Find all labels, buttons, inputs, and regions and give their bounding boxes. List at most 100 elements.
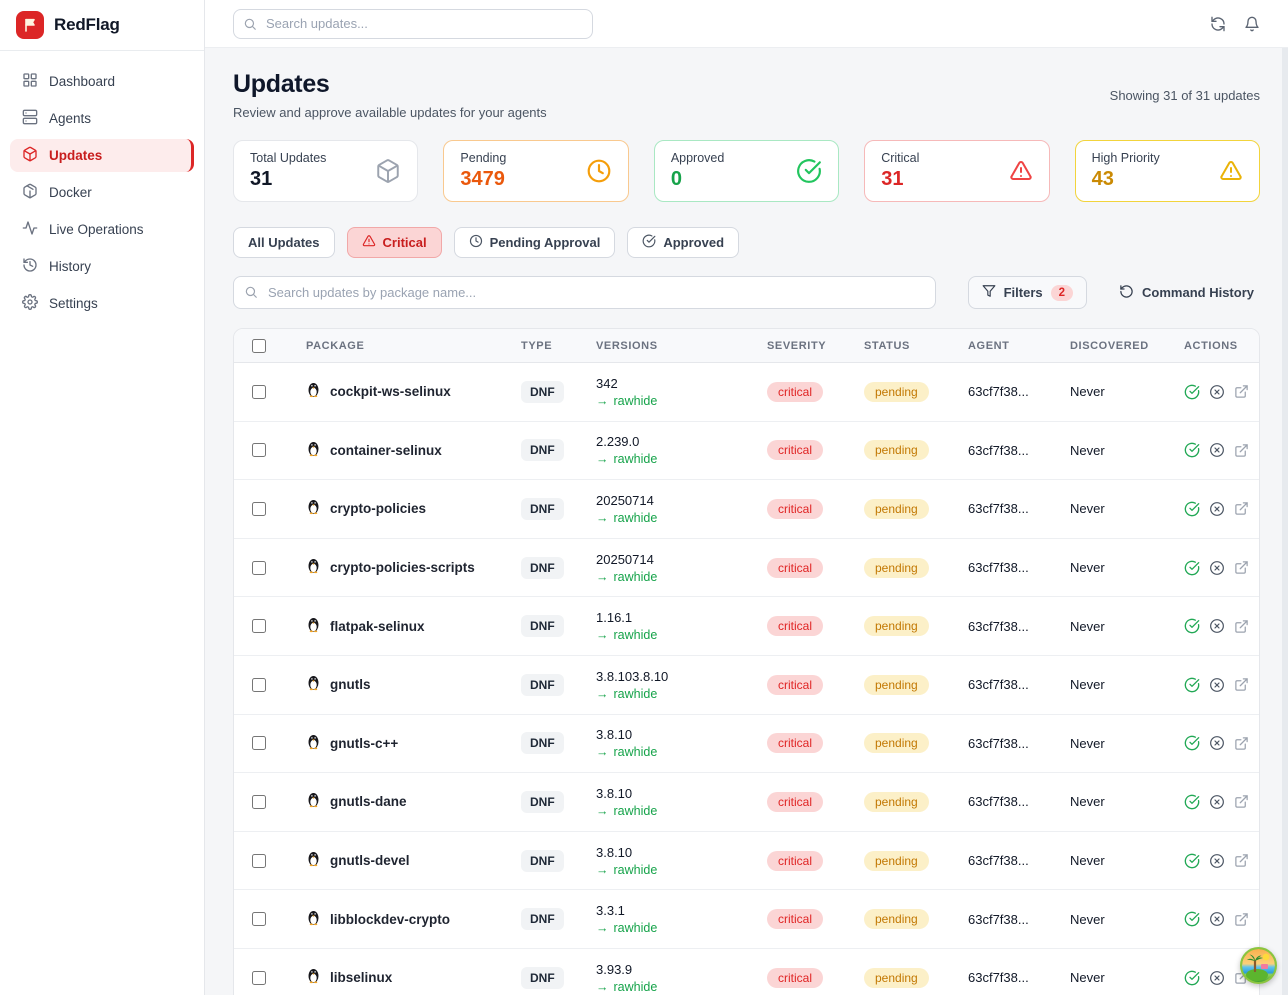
approve-icon[interactable] [1184,442,1200,458]
status-badge: pending [864,733,929,753]
stats-row: Total Updates 31 Pending 3479 Approved 0… [233,140,1260,202]
row-checkbox[interactable] [252,443,266,457]
sidebar-item-label: Live Operations [49,222,144,237]
tab-pending-approval[interactable]: Pending Approval [454,227,616,258]
sidebar-nav: Dashboard Agents Updates Docker Live Ope… [0,51,204,334]
sidebar-item-label: Docker [49,185,92,200]
sidebar-item-settings[interactable]: Settings [10,287,194,320]
external-link-icon[interactable] [1234,619,1249,634]
approve-icon[interactable] [1184,970,1200,986]
reject-icon[interactable] [1209,442,1225,458]
discovered-value: Never [1070,853,1184,868]
sidebar-item-updates[interactable]: Updates [10,139,194,172]
version-target: → rawhide [596,511,767,525]
row-checkbox[interactable] [252,736,266,750]
arrow-right-icon: → [596,687,609,701]
reject-icon[interactable] [1209,501,1225,517]
severity-badge: critical [767,382,823,402]
external-link-icon[interactable] [1234,736,1249,751]
bell-icon[interactable] [1244,16,1260,32]
version-current: 20250714 [596,493,767,508]
sidebar-item-live-operations[interactable]: Live Operations [10,213,194,246]
tab-critical[interactable]: Critical [347,227,442,258]
arrow-right-icon: → [596,452,609,466]
external-link-icon[interactable] [1234,443,1249,458]
stat-value: 3479 [460,168,506,191]
redflag-logo-icon [16,11,44,39]
row-checkbox[interactable] [252,854,266,868]
row-checkbox[interactable] [252,678,266,692]
approve-icon[interactable] [1184,618,1200,634]
row-checkbox[interactable] [252,795,266,809]
approve-icon[interactable] [1184,501,1200,517]
tab-approved[interactable]: Approved [627,227,739,258]
row-checkbox[interactable] [252,385,266,399]
external-link-icon[interactable] [1234,794,1249,809]
reject-icon[interactable] [1209,560,1225,576]
external-link-icon[interactable] [1234,912,1249,927]
external-link-icon[interactable] [1234,853,1249,868]
reject-icon[interactable] [1209,677,1225,693]
tab-label: Pending Approval [490,235,601,250]
col-agent: Agent [968,340,1070,352]
severity-badge: critical [767,792,823,812]
island-floating-button[interactable] [1240,947,1277,984]
row-checkbox[interactable] [252,912,266,926]
tab-all-updates[interactable]: All Updates [233,227,335,258]
status-badge: pending [864,968,929,988]
version-target: → rawhide [596,921,767,935]
sidebar-item-agents[interactable]: Agents [10,102,194,135]
external-link-icon[interactable] [1234,501,1249,516]
reject-icon[interactable] [1209,853,1225,869]
row-checkbox[interactable] [252,971,266,985]
type-badge: DNF [521,381,564,403]
reject-icon[interactable] [1209,618,1225,634]
approve-icon[interactable] [1184,384,1200,400]
sidebar-item-history[interactable]: History [10,250,194,283]
sidebar-item-dashboard[interactable]: Dashboard [10,65,194,98]
scrollbar[interactable] [1282,48,1288,995]
severity-badge: critical [767,733,823,753]
global-search-input[interactable] [233,9,593,39]
reject-icon[interactable] [1209,384,1225,400]
package-name: libblockdev-crypto [330,912,450,927]
external-link-icon[interactable] [1234,560,1249,575]
row-checkbox[interactable] [252,619,266,633]
stat-label: Approved [671,151,725,165]
version-current: 3.93.9 [596,962,767,977]
package-search-input[interactable] [233,276,936,309]
refresh-icon[interactable] [1210,16,1226,32]
approve-icon[interactable] [1184,560,1200,576]
version-current: 2.239.0 [596,434,767,449]
approve-icon[interactable] [1184,735,1200,751]
col-type: Type [521,340,596,352]
filters-button[interactable]: Filters 2 [968,276,1087,309]
reject-icon[interactable] [1209,735,1225,751]
table-body: cockpit-ws-selinux DNF 342 → rawhide cri… [234,363,1259,995]
external-link-icon[interactable] [1234,384,1249,399]
approve-icon[interactable] [1184,853,1200,869]
arrow-right-icon: → [596,570,609,584]
arrow-right-icon: → [596,980,609,994]
type-badge: DNF [521,615,564,637]
approve-icon[interactable] [1184,677,1200,693]
status-badge: pending [864,440,929,460]
tab-label: All Updates [248,235,320,250]
version-current: 3.8.103.8.10 [596,669,767,684]
table-row: gnutls-devel DNF 3.8.10 → rawhide critic… [234,832,1259,891]
select-all-checkbox[interactable] [252,339,266,353]
approve-icon[interactable] [1184,911,1200,927]
stat-label: Pending [460,151,506,165]
row-checkbox[interactable] [252,502,266,516]
reject-icon[interactable] [1209,794,1225,810]
discovered-value: Never [1070,501,1184,516]
command-history-button[interactable]: Command History [1119,284,1254,302]
col-versions: Versions [596,340,767,352]
sidebar-item-docker[interactable]: Docker [10,176,194,209]
reject-icon[interactable] [1209,911,1225,927]
external-link-icon[interactable] [1234,677,1249,692]
approve-icon[interactable] [1184,794,1200,810]
row-checkbox[interactable] [252,561,266,575]
type-badge: DNF [521,967,564,989]
reject-icon[interactable] [1209,970,1225,986]
